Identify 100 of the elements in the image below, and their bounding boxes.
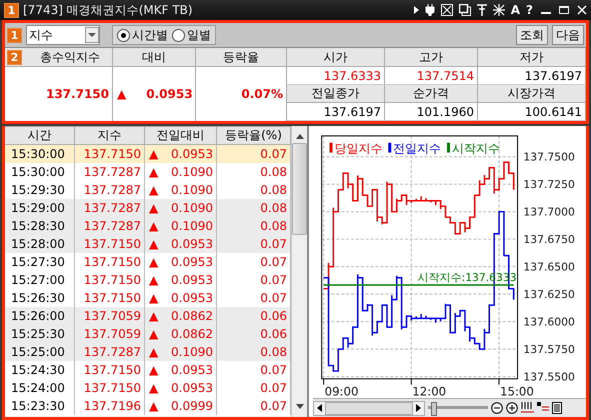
up-arrow: ▲ [149,273,158,287]
up-arrow: ▲ [149,147,158,161]
up-arrow: ▲ [149,237,158,251]
y-axis-label: 137.6750 [523,233,575,246]
change-cell: 0.1090 [171,345,213,359]
column-header: 대비 [113,48,196,67]
up-arrow: ▲ [149,291,158,305]
y-axis-label: 137.5750 [523,343,575,356]
change-cell: 0.0953 [171,237,213,251]
column-header: 순가격 [385,85,478,103]
bars-icon[interactable] [521,402,534,414]
change-cell: 0.0862 [171,309,213,323]
pin-icon[interactable] [476,4,487,16]
change-cell: 0.0953 [171,291,213,305]
index-value: 137.7150 [5,67,113,121]
legend-item: 전일지수 [388,142,442,156]
scroll-thumb[interactable] [325,402,413,415]
legend-item: 시작지수 [447,142,500,156]
value-cell: 137.6197 [287,103,385,121]
change-cell: 0.0862 [171,327,213,341]
toolbar-button[interactable]: 다음 [552,25,584,45]
y-axis-label: 137.7500 [523,150,575,164]
change-cell: 0.1090 [171,165,213,179]
change-cell: 0.0999 [171,399,213,413]
up-arrow: ▲ [149,201,158,215]
vertical-scrollbar[interactable] [291,126,307,417]
radio-button[interactable] [172,28,185,42]
column-header: 전일종가 [287,85,385,103]
windows-icon[interactable] [458,4,471,16]
change-cell: 0.0953 [171,147,213,161]
up-arrow: ▲ [149,327,158,341]
legend-item: 당일지수 [330,142,382,156]
radio-option[interactable]: 시간별 [117,26,168,44]
table-row[interactable]: 15:25:30 137.7059 ▲ 0.0862 0.06 [5,325,291,343]
plug-icon[interactable] [424,4,435,16]
up-arrow: ▲ [149,165,158,179]
change-cell: 0.0953 [171,273,213,287]
up-arrow: ▲ [149,255,158,269]
close-icon[interactable] [577,5,587,15]
slider-thumb[interactable] [430,402,437,416]
toolbar-glyph[interactable]: ? [526,3,533,17]
x-axis-label: 09:00 [324,384,358,398]
toolbar-glyph[interactable]: A [510,3,520,17]
up-arrow: ▲ [149,219,158,233]
table-row[interactable]: 15:25:00 137.7287 ▲ 0.1090 0.08 [5,343,291,361]
y-axis-label: 137.7250 [523,178,575,192]
change-cell: 0.1090 [171,201,213,215]
column-header: 시장가격 [478,85,586,103]
column-header: 고가 [385,48,478,67]
window-title: [7743] 매경채권지수(MKF TB) [23,2,193,18]
horizontal-scrollbar[interactable] [313,400,425,416]
column-header: 등락율 [196,48,287,67]
zoom-slider[interactable] [428,401,488,416]
y-axis-label: 137.6250 [523,288,575,302]
radio-button[interactable] [117,28,130,42]
scroll-up-icon[interactable] [296,134,304,139]
change-cell: 0.1090 [171,183,213,197]
up-arrow: ▲ [149,345,158,359]
change-cell: 0.0953 [171,381,213,395]
document-icon[interactable] [552,402,562,414]
scroll-down-icon[interactable] [296,404,304,409]
maximize-icon[interactable] [559,5,569,15]
radio-option[interactable]: 일별 [172,26,211,44]
up-arrow: ▲ [149,363,158,377]
table-row[interactable]: 15:29:00 137.7287 ▲ 0.1090 0.08 [5,199,291,217]
table-row[interactable]: 15:26:00 137.7059 ▲ 0.0862 0.06 [5,307,291,325]
scroll-left-icon[interactable] [317,404,322,412]
value-cell: 100.6141 [478,103,586,121]
zoom-in-icon[interactable] [506,402,518,414]
change-cell: 0.1090 [171,219,213,233]
x-axis-label: 12:00 [412,384,446,398]
column-header: 저가 [478,48,586,67]
y-axis-label: 137.6000 [523,316,575,329]
section-badge: 2 [7,50,22,64]
table-row[interactable]: 15:30:00 137.7150 ▲ 0.0953 0.07 [5,145,291,163]
scroll-right-icon[interactable] [416,404,421,412]
change-cell: 0.0953 [171,363,213,377]
scroll-thumb[interactable] [292,143,307,235]
zoom-out-icon[interactable] [491,402,503,414]
time-cell: 15:23:30 [5,397,75,415]
index-dropdown[interactable]: 지수 [26,25,100,45]
asterisk-icon[interactable] [492,4,505,16]
table-row[interactable]: 15:28:30 137.7287 ▲ 0.1090 0.08 [5,217,291,235]
section-badge: 1 [7,28,22,42]
change-cell: 0.0953 [171,255,213,269]
index-cell: 137.7196 [75,397,145,415]
y-axis-label: 137.6500 [523,260,575,274]
change-value: 0.0953 [146,87,193,101]
boxed-x-icon[interactable] [440,4,453,16]
play-icon[interactable] [414,6,419,14]
column-header: 시가 [287,48,385,67]
table-row[interactable]: 15:28:00 137.7150 ▲ 0.0953 0.07 [5,235,291,253]
y-axis-label: 137.5500 [523,370,575,384]
header-label: 총수익지수 [40,48,100,66]
up-arrow: ▲ [149,381,158,395]
window-badge: 1 [4,2,19,18]
value-cell: 101.1960 [385,103,478,121]
up-arrow: ▲ [149,183,158,197]
toolbar-button[interactable]: 조회 [516,25,548,45]
up-arrow: ▲ [149,309,158,323]
